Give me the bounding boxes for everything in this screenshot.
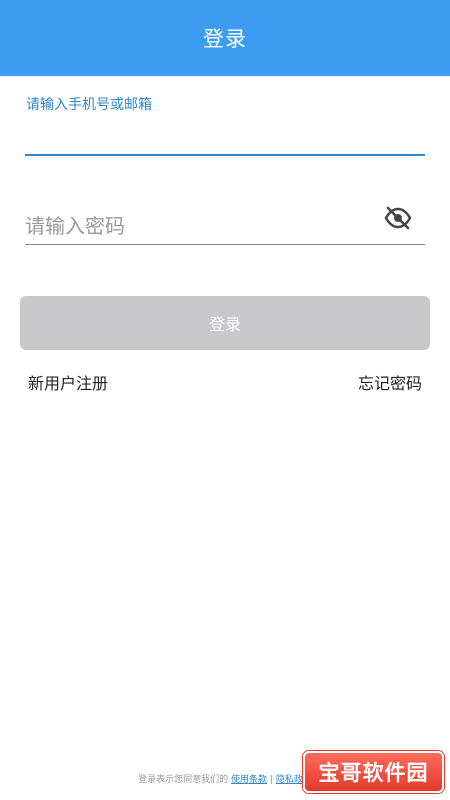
password-visibility-toggle[interactable] [382,206,414,234]
app-bar: 登录 [0,0,450,76]
account-input-underline[interactable] [25,154,425,156]
watermark-text: 宝哥软件园 [318,761,429,785]
password-input-underline [25,244,425,245]
footer-prefix: 登录表示您同意我们的 [138,775,229,785]
terms-link[interactable]: 使用条款 [231,775,267,785]
password-input[interactable] [25,208,375,244]
forgot-password-link[interactable]: 忘记密码 [358,370,422,394]
login-button[interactable]: 登录 [20,296,430,350]
eye-off-icon [384,206,412,234]
account-field-label: 请输入手机号或邮箱 [26,97,152,113]
footer-separator: | [269,775,273,785]
watermark-badge: 宝哥软件园 [303,751,444,793]
register-link[interactable]: 新用户注册 [28,370,108,394]
page-title: 登录 [203,27,247,51]
